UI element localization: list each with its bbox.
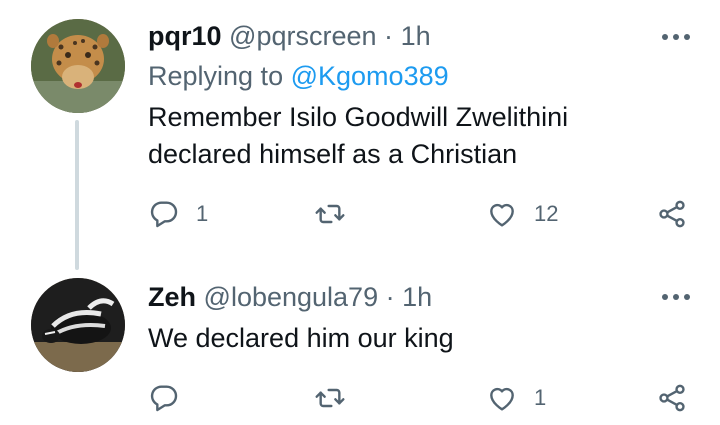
like-button[interactable]: 12 (486, 194, 558, 234)
action-bar: 1 (148, 378, 698, 418)
avatar[interactable] (31, 19, 125, 113)
tweet-text-line: Remember Isilo Goodwill Zwelithini (148, 102, 569, 132)
display-name[interactable]: pqr10 (148, 21, 222, 51)
tweet-header: Zeh @lobengula79 · 1h (148, 280, 432, 314)
reply-button[interactable] (148, 378, 196, 418)
tweet-text-line: We declared him our king (148, 323, 454, 353)
replying-to-mention[interactable]: @Kgomo389 (291, 61, 449, 91)
more-options-icon[interactable] (662, 292, 690, 302)
tweet-text: We declared him our king (148, 320, 688, 357)
separator-dot: · (384, 21, 394, 51)
reply-icon (150, 385, 178, 412)
tweet-text: Remember Isilo Goodwill Zwelithini decla… (148, 99, 688, 173)
like-count: 12 (534, 201, 559, 226)
replying-to-label: Replying to (148, 61, 284, 91)
reply-count: 1 (196, 201, 209, 226)
retweet-button[interactable] (314, 378, 362, 418)
action-bar: 1 12 (148, 194, 698, 234)
skunk-avatar-image (31, 278, 125, 372)
tweet-1[interactable]: pqr10 @pqrscreen · 1h Replying to @Kgomo… (0, 0, 720, 270)
replying-to: Replying to @Kgomo389 (148, 59, 449, 93)
retweet-button[interactable] (314, 194, 362, 234)
reply-icon (150, 201, 178, 228)
timestamp[interactable]: 1h (401, 21, 431, 51)
timestamp[interactable]: 1h (402, 282, 432, 312)
share-button[interactable] (656, 194, 688, 234)
user-handle[interactable]: @lobengula79 (204, 282, 379, 312)
heart-icon (490, 387, 514, 411)
retweet-icon (315, 204, 345, 224)
reply-button[interactable]: 1 (148, 194, 208, 234)
leopard-avatar-image (31, 19, 125, 113)
avatar[interactable] (31, 278, 125, 372)
tweet-header: pqr10 @pqrscreen · 1h (148, 19, 431, 53)
separator-dot: · (385, 282, 395, 312)
share-icon (659, 200, 685, 228)
share-icon (659, 384, 685, 412)
like-count: 1 (534, 385, 547, 410)
display-name[interactable]: Zeh (148, 282, 196, 312)
retweet-icon (315, 388, 345, 408)
share-button[interactable] (656, 378, 688, 418)
thread-connector-line (75, 120, 79, 270)
more-options-icon[interactable] (662, 32, 690, 42)
tweet-2[interactable]: Zeh @lobengula79 · 1h We declared him ou… (0, 270, 720, 425)
heart-icon (490, 203, 514, 227)
user-handle[interactable]: @pqrscreen (229, 21, 376, 51)
tweet-text-line: declared himself as a Christian (148, 139, 518, 169)
like-button[interactable]: 1 (486, 378, 546, 418)
